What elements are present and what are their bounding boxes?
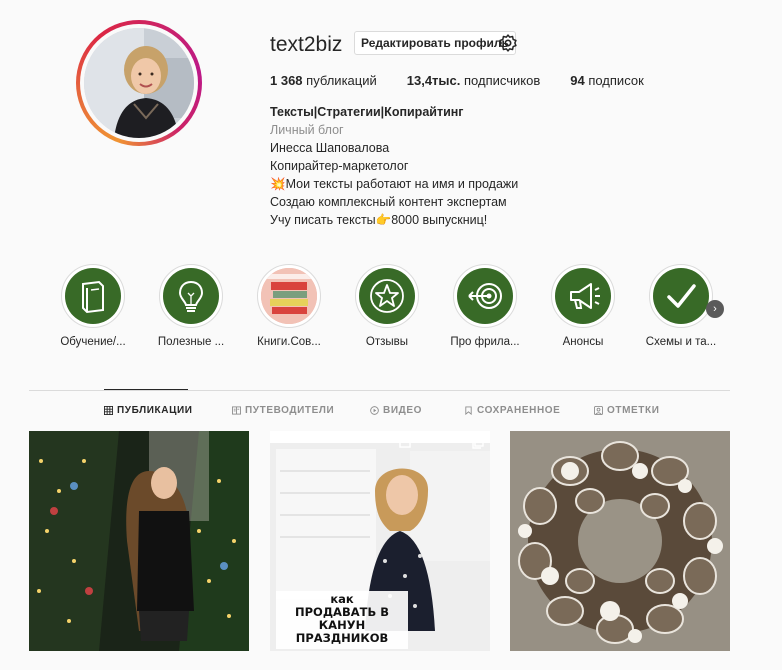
highlight-label: Полезные ... — [157, 336, 225, 348]
stat-followers[interactable]: 13,4тыс. подписчиков — [407, 73, 540, 88]
tab-posts[interactable]: ПУБЛИКАЦИИ — [104, 405, 193, 416]
highlight-ring — [61, 264, 125, 328]
profile-stats: 1 368 публикаций 13,4тыс. подписчиков 94… — [270, 73, 674, 88]
tab-label: СОХРАНЕННОЕ — [477, 405, 561, 416]
post-image-christmas-tree — [29, 431, 249, 651]
checkmark-icon — [667, 284, 696, 308]
books-photo — [261, 268, 317, 324]
highlight-cover — [261, 268, 317, 324]
tab-label: ВИДЕО — [383, 405, 422, 416]
highlight-label: Книги.Сов... — [257, 336, 321, 348]
highlight-label: Схемы и та... — [645, 336, 717, 348]
tab-guides[interactable]: ПУТЕВОДИТЕЛИ — [232, 405, 334, 416]
highlight-item[interactable]: Отзывы — [349, 264, 425, 348]
stat-following-label: подписок — [588, 73, 644, 88]
highlight-ring — [257, 264, 321, 328]
highlight-label: Анонсы — [562, 336, 604, 348]
bio-line: Копирайтер-маркетолог — [270, 159, 409, 173]
bio-line: 💥Мои тексты работают на имя и продажи — [270, 177, 519, 191]
target-icon — [468, 283, 502, 309]
post-image-pinecone-wreath — [510, 431, 730, 651]
stat-followers-value: 13,4тыс. — [406, 73, 461, 88]
highlight-cover — [359, 268, 415, 324]
highlight-label: Отзывы — [365, 336, 409, 348]
stat-posts-label: публикаций — [306, 73, 377, 88]
bio-line: Создаю комплексный контент экспертам — [270, 195, 507, 209]
tab-label: ПУТЕВОДИТЕЛИ — [245, 405, 335, 416]
tab-label: ПУБЛИКАЦИИ — [117, 405, 193, 416]
highlight-ring — [551, 264, 615, 328]
stat-following[interactable]: 94 подписок — [570, 73, 644, 88]
guide-icon — [232, 406, 241, 415]
highlight-ring — [159, 264, 223, 328]
highlights-next-arrow-icon[interactable]: › — [706, 300, 724, 318]
stat-posts-value: 1 368 — [270, 73, 303, 88]
highlight-cover — [555, 268, 611, 324]
bio-line: Учу писать тексты👉8000 выпускниц! — [270, 213, 488, 227]
avatar-ring-gap — [80, 24, 198, 142]
highlight-ring — [355, 264, 419, 328]
story-highlights: Обучение/... Полезные ... Книги.Сов... О… — [55, 264, 735, 354]
highlight-item[interactable]: Полезные ... — [153, 264, 229, 348]
post-thumbnail[interactable]: как ПРОДАВАТЬ В КАНУН ПРАЗДНИКОВ — [270, 431, 490, 651]
highlight-item[interactable]: Анонсы — [545, 264, 621, 348]
bookmark-icon — [465, 406, 472, 415]
profile-username: text2biz — [270, 33, 343, 56]
post-caption-line: ПРАЗДНИКОВ — [295, 631, 389, 645]
bio-line: Инесса Шаповалова — [270, 141, 390, 155]
star-icon — [370, 279, 404, 313]
tabs-divider — [29, 390, 730, 391]
stat-following-value: 94 — [570, 73, 585, 88]
tab-label: ОТМЕТКИ — [607, 405, 660, 416]
edit-profile-button[interactable]: Редактировать профиль — [354, 31, 516, 55]
profile-bio: Тексты|Стратегии|Копирайтинг Личный блог… — [270, 103, 518, 229]
settings-gear-icon[interactable] — [498, 33, 518, 53]
bio-category: Личный блог — [270, 123, 344, 137]
highlight-item[interactable]: Про фрила... — [447, 264, 523, 348]
highlight-ring — [649, 264, 713, 328]
highlight-cover — [65, 268, 121, 324]
highlight-cover — [653, 268, 709, 324]
post-thumbnail[interactable] — [510, 431, 730, 651]
tab-tagged[interactable]: ОТМЕТКИ — [594, 405, 660, 416]
tag-icon — [594, 406, 603, 415]
avatar-photo — [84, 28, 194, 138]
book-icon — [82, 280, 104, 314]
highlight-label: Обучение/... — [60, 336, 126, 348]
stat-followers-label: подписчиков — [464, 73, 541, 88]
play-icon — [370, 406, 379, 415]
post-thumbnail[interactable] — [29, 431, 249, 651]
highlight-cover — [163, 268, 219, 324]
megaphone-icon — [570, 283, 600, 309]
highlight-ring — [453, 264, 517, 328]
highlight-item[interactable]: Обучение/... — [55, 264, 131, 348]
highlight-cover — [457, 268, 513, 324]
post-caption-box: как ПРОДАВАТЬ В КАНУН ПРАЗДНИКОВ — [276, 591, 408, 649]
tab-saved[interactable]: СОХРАНЕННОЕ — [464, 405, 560, 416]
bio-name: Тексты|Стратегии|Копирайтинг — [270, 105, 464, 119]
active-tab-indicator — [104, 389, 188, 390]
avatar-story-ring[interactable] — [76, 20, 202, 146]
tab-video[interactable]: ВИДЕО — [370, 405, 422, 416]
lightbulb-icon — [178, 280, 204, 312]
highlight-label: Про фрила... — [450, 336, 520, 348]
multiple-images-icon — [472, 437, 484, 449]
stat-posts: 1 368 публикаций — [270, 73, 377, 88]
highlight-item[interactable]: Книги.Сов... — [251, 264, 327, 348]
grid-icon — [104, 406, 113, 415]
avatar[interactable] — [84, 28, 194, 138]
